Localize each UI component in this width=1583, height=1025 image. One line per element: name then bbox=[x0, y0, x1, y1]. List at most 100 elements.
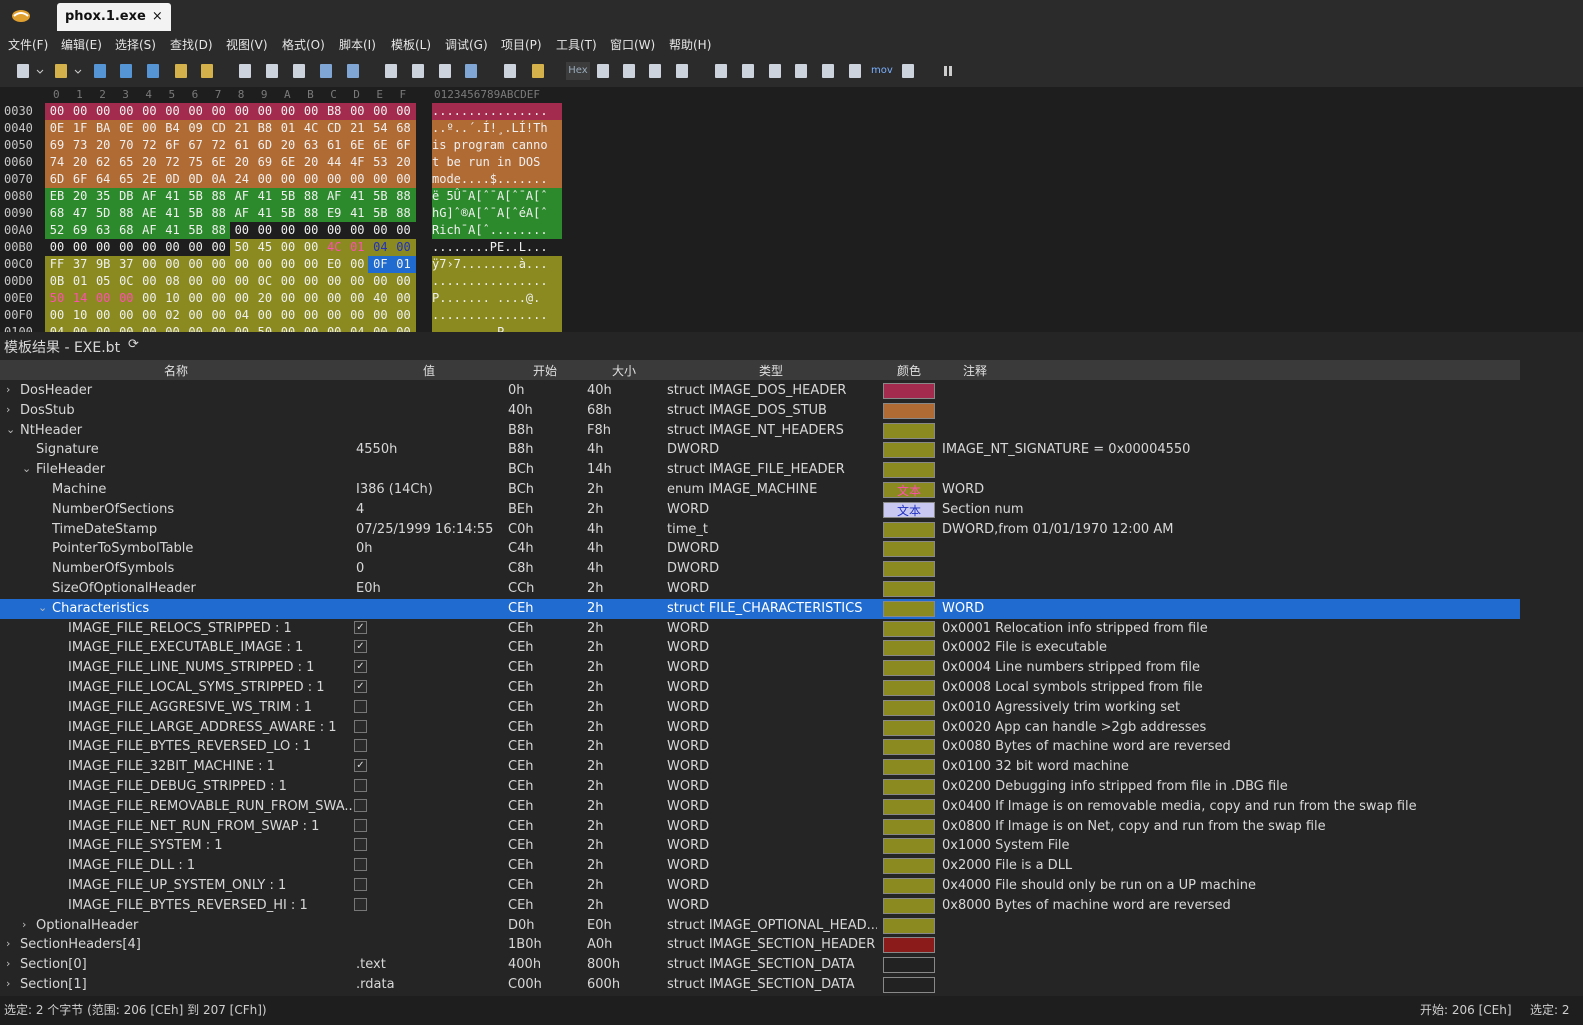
hex-row[interactable]: 0050 69 73 20 70 72 6F 67 72 61 6D 20 63 61 6E 6E 6F is p… bbox=[0, 137, 570, 154]
hex-byte[interactable]: 00 bbox=[345, 222, 370, 239]
hex-byte[interactable]: 64 bbox=[91, 171, 116, 188]
chevron-right-icon[interactable]: › bbox=[6, 403, 16, 416]
hex-byte[interactable]: 00 bbox=[276, 171, 300, 188]
hex-byte[interactable]: 6F bbox=[68, 171, 93, 188]
save-all-icon[interactable] bbox=[144, 62, 162, 80]
hex-row[interactable]: 00C0 FF 37 9B 37 00 00 00 00 00 00 00 00 E0 00 0F 01 ÿ7›7… bbox=[0, 256, 570, 273]
hex-byte[interactable]: 20 bbox=[229, 154, 254, 171]
hex-byte[interactable]: 61 bbox=[322, 137, 347, 154]
hex-byte[interactable]: 00 bbox=[322, 324, 347, 332]
hex-byte[interactable]: 00 bbox=[183, 103, 208, 120]
hex-byte[interactable]: 00 bbox=[368, 307, 393, 324]
table-row[interactable]: Signature 4550h B8h 4h DWORD IMAGE_NT_SIGNATU… bbox=[0, 440, 1520, 460]
table-row[interactable]: IMAGE_FILE_EXECUTABLE_IMAGE : 1 ✓ CEh 2h WOR… bbox=[0, 638, 1520, 658]
flag-checkbox[interactable]: ✓ bbox=[354, 620, 367, 634]
flag-checkbox[interactable] bbox=[354, 878, 367, 891]
hex-byte[interactable]: 00 bbox=[391, 239, 416, 256]
hex-byte[interactable]: 00 bbox=[391, 324, 416, 332]
chevron-right-icon[interactable]: › bbox=[6, 977, 16, 990]
percent-icon[interactable] bbox=[819, 62, 837, 80]
hex-byte[interactable]: 5B bbox=[368, 188, 393, 205]
hex-byte[interactable]: 00 bbox=[299, 290, 324, 307]
hex-byte[interactable]: 00 bbox=[114, 103, 139, 120]
open-folder-icon[interactable] bbox=[172, 62, 190, 80]
hex-byte[interactable]: 45 bbox=[252, 239, 277, 256]
table-row[interactable]: IMAGE_FILE_32BIT_MACHINE : 1 ✓ CEh 2h WORD 0x… bbox=[0, 757, 1520, 777]
hex-byte[interactable]: B8 bbox=[252, 120, 277, 137]
hex-byte[interactable]: 0C bbox=[114, 273, 139, 290]
menu-item-3[interactable]: 查找(D) bbox=[170, 36, 213, 53]
format-icon[interactable] bbox=[594, 62, 612, 80]
hex-editor[interactable]: 0 1 2 3 4 5 6 7 8 9 A B C D E F 0123456789ABCDEF 0030 00 0… bbox=[0, 87, 1583, 332]
menu-item-7[interactable]: 模板(L) bbox=[391, 36, 431, 53]
hex-byte[interactable]: 41 bbox=[345, 188, 370, 205]
hex-byte[interactable]: 00 bbox=[345, 273, 370, 290]
table-row[interactable]: › Section[0] .text 400h 800h struct IMAGE_SEC… bbox=[0, 955, 1520, 975]
chevron-right-icon[interactable]: › bbox=[6, 957, 16, 970]
hex-byte[interactable]: 75 bbox=[183, 154, 208, 171]
hex-byte[interactable]: AE bbox=[137, 205, 162, 222]
open-file-icon[interactable] bbox=[52, 62, 70, 80]
hex-byte[interactable]: 01 bbox=[345, 239, 370, 256]
hex-byte[interactable]: 5B bbox=[183, 205, 208, 222]
flag-checkbox[interactable] bbox=[354, 897, 367, 911]
hex-byte[interactable]: 00 bbox=[68, 239, 93, 256]
hex-byte[interactable]: 00 bbox=[91, 239, 116, 256]
new-dropdown-icon[interactable] bbox=[36, 62, 44, 80]
hex-byte[interactable]: 04 bbox=[45, 324, 69, 332]
hex-byte[interactable]: 54 bbox=[368, 120, 393, 137]
hex-byte[interactable]: 20 bbox=[252, 290, 277, 307]
hex-byte[interactable]: 01 bbox=[276, 120, 300, 137]
hex-byte[interactable]: 4F bbox=[345, 154, 370, 171]
table-row[interactable]: › OptionalHeader D0h E0h struct IMAGE_OPTION… bbox=[0, 916, 1520, 936]
table-row[interactable]: IMAGE_FILE_UP_SYSTEM_ONLY : 1 CEh 2h WORD 0x… bbox=[0, 876, 1520, 896]
hex-ascii[interactable]: ................ bbox=[432, 307, 562, 324]
hex-byte[interactable]: 00 bbox=[206, 290, 231, 307]
menu-item-8[interactable]: 调试(G) bbox=[445, 36, 488, 53]
hex-byte[interactable]: 10 bbox=[68, 307, 93, 324]
copy-icon[interactable] bbox=[263, 62, 281, 80]
hex-byte[interactable]: 00 bbox=[345, 103, 370, 120]
close-tab-icon[interactable]: × bbox=[152, 9, 163, 24]
table-row[interactable]: IMAGE_FILE_AGGRESIVE_WS_TRIM : 1 CEh 2h WOR… bbox=[0, 698, 1520, 718]
hex-byte[interactable]: 00 bbox=[368, 324, 393, 332]
hex-ascii[interactable]: Rich¯A[ˆ........ bbox=[432, 222, 562, 239]
hex-byte[interactable]: 20 bbox=[91, 137, 116, 154]
undo-icon[interactable] bbox=[317, 62, 335, 80]
hex-byte[interactable]: 00 bbox=[276, 324, 300, 332]
save-icon[interactable] bbox=[91, 62, 109, 80]
hex-byte[interactable]: 00 bbox=[229, 103, 254, 120]
flag-checkbox[interactable] bbox=[354, 858, 367, 872]
table-row[interactable]: TimeDateStamp 07/25/1999 16:14:55 C0h 4h tim… bbox=[0, 520, 1520, 540]
hex-ascii[interactable]: ................ bbox=[432, 103, 562, 120]
hex-row[interactable]: 00D0 0B 01 05 0C 00 08 00 00 00 0C 00 00 00 00 00 00....… bbox=[0, 273, 570, 290]
hex-byte[interactable]: CD bbox=[322, 120, 347, 137]
hex-byte[interactable]: 67 bbox=[183, 137, 208, 154]
hex-byte[interactable]: 00 bbox=[229, 222, 254, 239]
chevron-right-icon[interactable]: › bbox=[22, 918, 32, 931]
hex-byte[interactable]: 00 bbox=[252, 256, 277, 273]
hex-row[interactable]: 00E0 50 14 00 00 00 10 00 00 00 20 00 00 00 00 40 00 P...… bbox=[0, 290, 570, 307]
table-row[interactable]: NumberOfSections 4 BEh 2h WORD 文本 Section num bbox=[0, 500, 1520, 520]
hex-byte[interactable]: 00 bbox=[160, 324, 185, 332]
hex-byte[interactable]: 00 bbox=[345, 290, 370, 307]
table-row[interactable]: › Section[1] .rdata C00h 600h struct IMAGE_SE… bbox=[0, 975, 1520, 995]
table-row[interactable]: Machine I386 (14Ch) BCh 2h enum IMAGE_MACHIN… bbox=[0, 480, 1520, 500]
hex-byte[interactable]: 00 bbox=[206, 324, 231, 332]
hex-byte[interactable]: 00 bbox=[322, 273, 347, 290]
hex-byte[interactable]: 52 bbox=[45, 222, 69, 239]
table-row[interactable]: ⌄ FileHeader BCh 14h struct IMAGE_FILE_HEADE… bbox=[0, 460, 1520, 480]
hex-byte[interactable]: 5B bbox=[183, 188, 208, 205]
hex-byte[interactable]: 6F bbox=[391, 137, 416, 154]
hex-byte[interactable]: 00 bbox=[229, 290, 254, 307]
hex-byte[interactable]: 0E bbox=[45, 120, 69, 137]
hex-byte[interactable]: 00 bbox=[206, 256, 231, 273]
hex-byte[interactable]: 21 bbox=[229, 120, 254, 137]
hex-byte[interactable]: 00 bbox=[345, 171, 370, 188]
table-row[interactable]: IMAGE_FILE_LINE_NUMS_STRIPPED : 1 ✓ CEh 2h W… bbox=[0, 658, 1520, 678]
hex-byte[interactable]: 00 bbox=[322, 222, 347, 239]
calculator-icon[interactable] bbox=[712, 62, 730, 80]
menu-item-10[interactable]: 工具(T) bbox=[556, 36, 597, 53]
hex-byte[interactable]: 04 bbox=[229, 307, 254, 324]
hex-byte[interactable]: 00 bbox=[391, 273, 416, 290]
